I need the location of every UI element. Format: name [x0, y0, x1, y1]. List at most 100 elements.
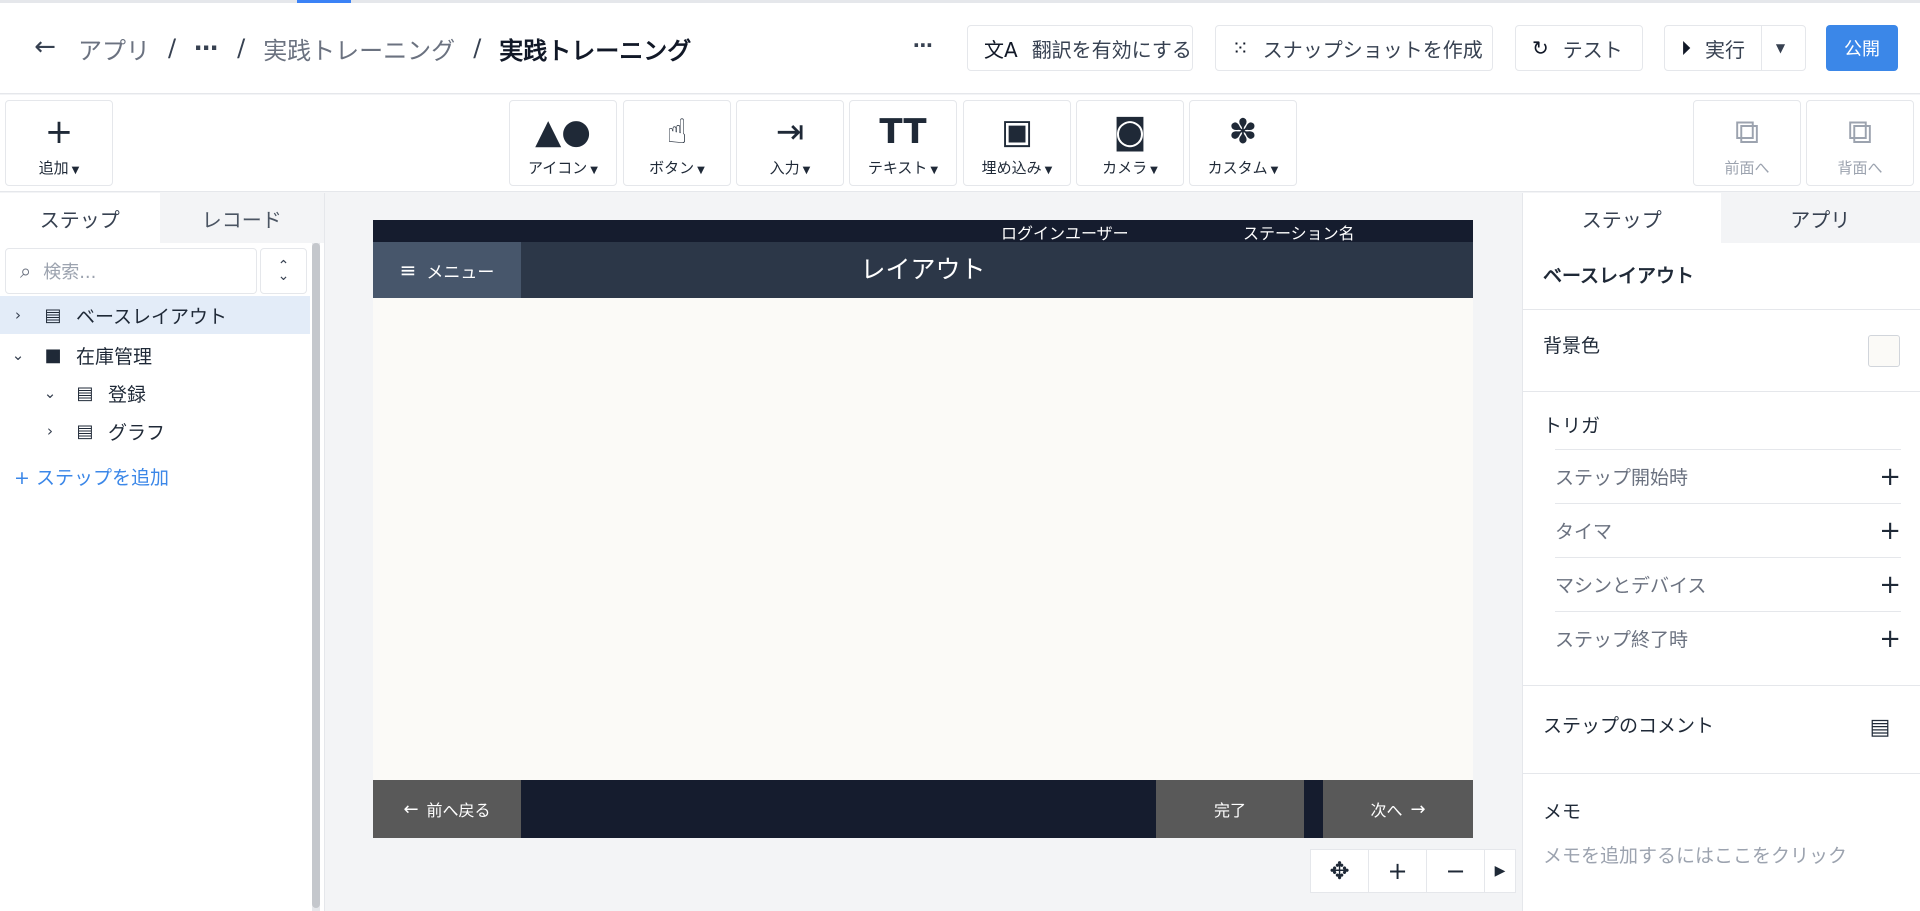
chevron-right-icon[interactable]: ›	[40, 422, 60, 440]
add-widget-button[interactable]: + 追加 ▼	[5, 100, 113, 186]
icon-label: アイコン	[528, 159, 588, 177]
camera-widget-button[interactable]: ◙ カメラ ▼	[1076, 100, 1184, 186]
tab-step[interactable]: ステップ	[1523, 193, 1721, 243]
reload-icon: ↻	[1532, 36, 1549, 60]
add-trigger-icon[interactable]: +	[1879, 516, 1901, 546]
bring-to-front-button[interactable]: ⧉ 前面へ	[1693, 100, 1801, 186]
trigger-step-end[interactable]: ステップ終了時 +	[1555, 611, 1901, 665]
icon-widget-button[interactable]: ▲● アイコン ▼	[509, 100, 617, 186]
tab-app[interactable]: アプリ	[1720, 193, 1920, 243]
snapshot-label: スナップショットを作成	[1262, 37, 1483, 62]
tree-item-base-layout[interactable]: › ▤ ベースレイアウト	[0, 296, 310, 334]
input-arrow-icon: ⇥	[775, 112, 805, 152]
move-arrows-icon[interactable]: ✥	[1311, 850, 1369, 892]
plus-icon: +	[14, 467, 36, 489]
play-circle-icon: ⏵	[1681, 36, 1691, 60]
tree-item-register[interactable]: ⌄ ▤ 登録	[0, 374, 310, 412]
trigger-label: マシンとデバイス	[1555, 575, 1707, 597]
done-button[interactable]: 完了	[1156, 780, 1304, 838]
search-icon: ⌕	[20, 259, 32, 283]
trigger-step-start[interactable]: ステップ開始時 +	[1555, 449, 1901, 503]
chevron-down-icon[interactable]: ⌄	[40, 384, 60, 402]
text-label: テキスト	[867, 159, 928, 177]
breadcrumb-app[interactable]: アプリ	[78, 31, 150, 66]
publish-button[interactable]: 公開	[1826, 25, 1898, 71]
add-trigger-icon[interactable]: +	[1879, 624, 1901, 654]
trigger-machines-devices[interactable]: マシンとデバイス +	[1555, 557, 1901, 611]
left-scrollbar[interactable]	[312, 243, 320, 911]
add-step-link[interactable]: + ステップを追加	[14, 463, 169, 490]
back-arrow-icon[interactable]: ←	[28, 30, 62, 64]
top-line	[0, 0, 1920, 3]
test-label: テスト	[1562, 37, 1623, 62]
snapshot-icon: ⁙	[1232, 36, 1249, 60]
step-icon: ▤	[76, 420, 94, 442]
canvas-menu-button[interactable]: ≡ メニュー	[373, 242, 521, 298]
add-label: 追加	[38, 159, 69, 177]
chevron-down-icon[interactable]: ⌄	[8, 346, 28, 364]
camera-icon: ◙	[1113, 112, 1147, 152]
breadcrumb-ellipsis[interactable]: ⋯	[194, 34, 219, 62]
custom-widget-button[interactable]: ✽ カスタム ▼	[1189, 100, 1297, 186]
tree-item-graph[interactable]: › ▤ グラフ	[0, 412, 310, 450]
zoom-in-icon[interactable]: +	[1369, 850, 1427, 892]
add-trigger-icon[interactable]: +	[1879, 570, 1901, 600]
next-button[interactable]: 次へ →	[1323, 780, 1473, 838]
folder-icon: ■	[44, 344, 62, 366]
text-widget-button[interactable]: TT テキスト ▼	[849, 100, 957, 186]
puzzle-icon: ✽	[1228, 112, 1258, 152]
menu-label: メニュー	[426, 262, 495, 283]
comment-icon[interactable]: ▤	[1865, 713, 1895, 743]
tab-steps[interactable]: ステップ	[0, 193, 160, 243]
trigger-timer[interactable]: タイマ +	[1555, 503, 1901, 557]
send-to-back-button[interactable]: ⧉ 背面へ	[1806, 100, 1914, 186]
breadcrumb-current: 実践トレーニング	[499, 36, 692, 65]
tree-item-label: 在庫管理	[76, 345, 153, 368]
done-label: 完了	[1213, 801, 1246, 820]
tree-item-label: ベースレイアウト	[76, 305, 228, 328]
embed-widget-button[interactable]: ▣ 埋め込み ▼	[963, 100, 1071, 186]
input-label: 入力	[769, 159, 800, 177]
tree-item-inventory[interactable]: ⌄ ■ 在庫管理	[0, 336, 310, 374]
tree-item-label: 登録	[108, 383, 147, 406]
zoom-out-icon[interactable]: −	[1427, 850, 1485, 892]
layout-canvas[interactable]: ログインユーザー ステーション名 レイアウト ≡ メニュー ← 前へ戻る 完了 …	[373, 220, 1473, 838]
test-button[interactable]: ↻ テスト	[1515, 25, 1643, 71]
next-label: 次へ	[1370, 801, 1403, 820]
divider	[1523, 685, 1920, 686]
background-color-label: 背景色	[1543, 335, 1601, 357]
breadcrumb: アプリ / ⋯ / 実践トレーニング / 実践トレーニング	[78, 28, 691, 68]
arrow-right-icon: →	[1410, 798, 1426, 820]
step-comment-label: ステップのコメント	[1543, 715, 1715, 737]
chevron-right-icon[interactable]: ›	[8, 306, 28, 324]
scrollbar-thumb[interactable]	[312, 243, 320, 908]
breadcrumb-separator: /	[168, 34, 177, 62]
add-trigger-icon[interactable]: +	[1879, 462, 1901, 492]
more-options-icon[interactable]: ⋯	[908, 30, 938, 64]
prev-button[interactable]: ← 前へ戻る	[373, 780, 521, 838]
run-label: 実行	[1705, 37, 1745, 62]
hamburger-icon: ≡	[399, 258, 417, 282]
step-icon: ▤	[76, 382, 94, 404]
translate-button[interactable]: 文A 翻訳を有効にする	[967, 25, 1193, 71]
trigger-label: ステップ終了時	[1555, 629, 1689, 651]
custom-label: カスタム	[1207, 159, 1268, 177]
button-label: ボタン	[649, 159, 695, 177]
tab-records[interactable]: レコード	[159, 193, 324, 243]
run-button[interactable]: ⏵ 実行 ▼	[1664, 25, 1806, 71]
background-color-swatch[interactable]	[1868, 335, 1900, 367]
canvas-title: レイアウト	[860, 255, 986, 284]
section-title: ベースレイアウト	[1543, 265, 1695, 287]
run-dropdown-icon[interactable]: ▼	[1761, 26, 1799, 70]
memo-input[interactable]: メモを追加するにはここをクリック	[1543, 841, 1847, 868]
input-widget-button[interactable]: ⇥ 入力 ▼	[736, 100, 844, 186]
search-input[interactable]: ⌕ 検索...	[5, 248, 257, 294]
divider	[1523, 773, 1920, 774]
sort-toggle-icon[interactable]: ⌃ ⌄	[260, 248, 307, 294]
button-widget-button[interactable]: ☝ ボタン ▼	[623, 100, 731, 186]
camera-label: カメラ	[1102, 159, 1148, 177]
text-size-icon: TT	[879, 112, 927, 152]
caret-right-icon[interactable]: ▶	[1485, 850, 1515, 892]
breadcrumb-folder[interactable]: 実践トレーニング	[263, 31, 455, 66]
snapshot-button[interactable]: ⁙ スナップショットを作成	[1215, 25, 1493, 71]
